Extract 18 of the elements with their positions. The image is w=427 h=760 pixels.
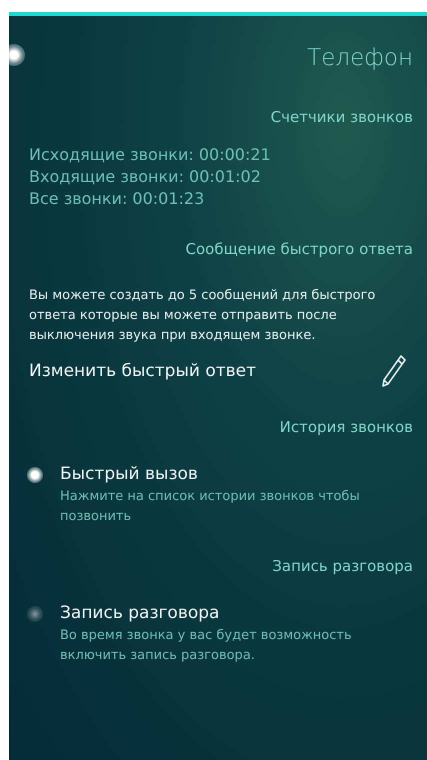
edit-quick-reply-link[interactable]: Изменить быстрый ответ: [29, 361, 256, 381]
switch-label[interactable]: Запись разговора: [60, 603, 413, 623]
switch-description: Во время звонка у вас будет возможность включить запись разговора.: [60, 627, 353, 665]
switch-description: Нажмите на список истории звонков чтобы позвонить: [60, 488, 361, 526]
section-header: Запись разговора: [271, 556, 414, 575]
section-header: История звонков: [278, 417, 414, 436]
pulley-menu-glow-icon: [9, 44, 25, 66]
call-counter: Входящие звонки: 00:01:02: [29, 166, 262, 188]
switch-indicator[interactable]: [27, 606, 43, 622]
pencil-icon[interactable]: [381, 354, 407, 388]
switch-label[interactable]: Быстрый вызов: [60, 464, 413, 484]
section-header: Сообщение быстрого ответа: [184, 239, 414, 258]
call-counter: Исходящие звонки: 00:00:21: [29, 144, 272, 166]
call-counter: Все звонки: 00:01:23: [29, 188, 206, 210]
switch-indicator[interactable]: [27, 467, 43, 483]
page-title: Телефон: [307, 45, 413, 71]
section-header: Счетчики звонков: [270, 107, 414, 126]
description-text: Вы можете создать до 5 сообщений для быстрого ответа которые вы можете отправить после выключения звука при входящем звонке.: [28, 287, 376, 345]
